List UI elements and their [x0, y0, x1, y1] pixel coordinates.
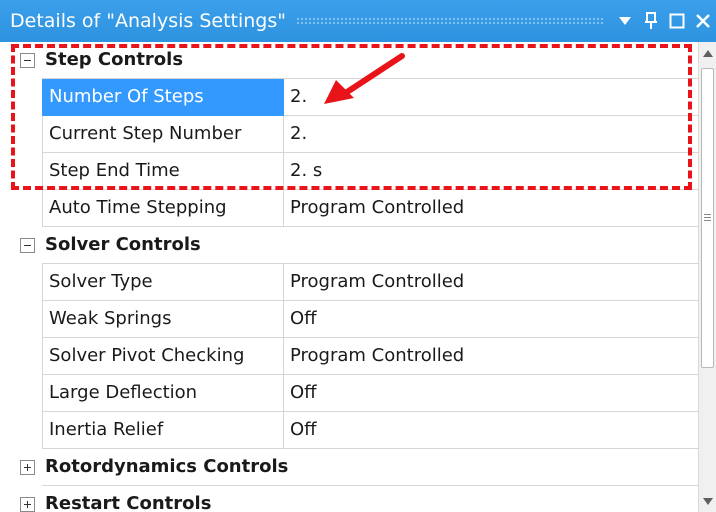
- category-label: Solver Controls: [45, 234, 201, 255]
- property-value[interactable]: Off: [284, 412, 698, 449]
- property-value[interactable]: 2.: [284, 116, 698, 153]
- plus-box-icon[interactable]: [20, 460, 35, 475]
- category-solver-controls[interactable]: Solver Controls: [0, 227, 698, 264]
- category-restart-controls[interactable]: Restart Controls: [0, 486, 698, 512]
- property-row-solver-pivot-checking[interactable]: Solver Pivot Checking Program Controlled: [0, 338, 698, 375]
- thumb-grip-icon: [704, 214, 711, 223]
- property-name[interactable]: Large Deflection: [42, 375, 284, 412]
- property-value[interactable]: 2.: [284, 79, 698, 116]
- minus-box-icon[interactable]: [20, 53, 35, 68]
- property-value[interactable]: Program Controlled: [284, 338, 698, 375]
- title-grip[interactable]: [296, 16, 604, 26]
- dropdown-arrow-icon[interactable]: [612, 0, 638, 42]
- property-value[interactable]: Off: [284, 301, 698, 338]
- category-rotordynamics-controls[interactable]: Rotordynamics Controls: [0, 449, 698, 486]
- panel-title-bar: Details of "Analysis Settings": [0, 0, 716, 42]
- category-label: Step Controls: [45, 49, 184, 70]
- category-step-controls[interactable]: Step Controls: [0, 42, 698, 79]
- property-name[interactable]: Current Step Number: [42, 116, 284, 153]
- property-row-step-end-time[interactable]: Step End Time 2. s: [0, 153, 698, 190]
- property-name[interactable]: Inertia Relief: [42, 412, 284, 449]
- vertical-scrollbar[interactable]: [698, 42, 716, 512]
- property-value[interactable]: 2. s: [284, 153, 698, 190]
- property-row-current-step-number[interactable]: Current Step Number 2.: [0, 116, 698, 153]
- category-label: Restart Controls: [45, 493, 212, 512]
- property-row-large-deflection[interactable]: Large Deflection Off: [0, 375, 698, 412]
- property-value[interactable]: Off: [284, 375, 698, 412]
- plus-box-icon[interactable]: [20, 497, 35, 512]
- property-row-auto-time-stepping[interactable]: Auto Time Stepping Program Controlled: [0, 190, 698, 227]
- property-row-weak-springs[interactable]: Weak Springs Off: [0, 301, 698, 338]
- scroll-up-arrow-icon[interactable]: [699, 42, 716, 64]
- property-row-solver-type[interactable]: Solver Type Program Controlled: [0, 264, 698, 301]
- maximize-icon[interactable]: [664, 0, 690, 42]
- property-row-number-of-steps[interactable]: Number Of Steps 2.: [0, 79, 698, 116]
- property-name[interactable]: Solver Pivot Checking: [42, 338, 284, 375]
- category-label: Rotordynamics Controls: [45, 456, 289, 477]
- property-name[interactable]: Auto Time Stepping: [42, 190, 284, 227]
- scroll-thumb[interactable]: [701, 68, 714, 368]
- property-row-inertia-relief[interactable]: Inertia Relief Off: [0, 412, 698, 449]
- panel-title: Details of "Analysis Settings": [10, 10, 286, 32]
- scroll-down-arrow-icon[interactable]: [699, 490, 716, 512]
- property-name[interactable]: Number Of Steps: [42, 79, 284, 116]
- close-icon[interactable]: [690, 0, 716, 42]
- pin-icon[interactable]: [638, 0, 664, 42]
- property-value[interactable]: Program Controlled: [284, 190, 698, 227]
- property-name[interactable]: Weak Springs: [42, 301, 284, 338]
- property-name[interactable]: Step End Time: [42, 153, 284, 190]
- property-name[interactable]: Solver Type: [42, 264, 284, 301]
- minus-box-icon[interactable]: [20, 238, 35, 253]
- property-value[interactable]: Program Controlled: [284, 264, 698, 301]
- property-grid: Step Controls Number Of Steps 2. Current…: [0, 42, 698, 512]
